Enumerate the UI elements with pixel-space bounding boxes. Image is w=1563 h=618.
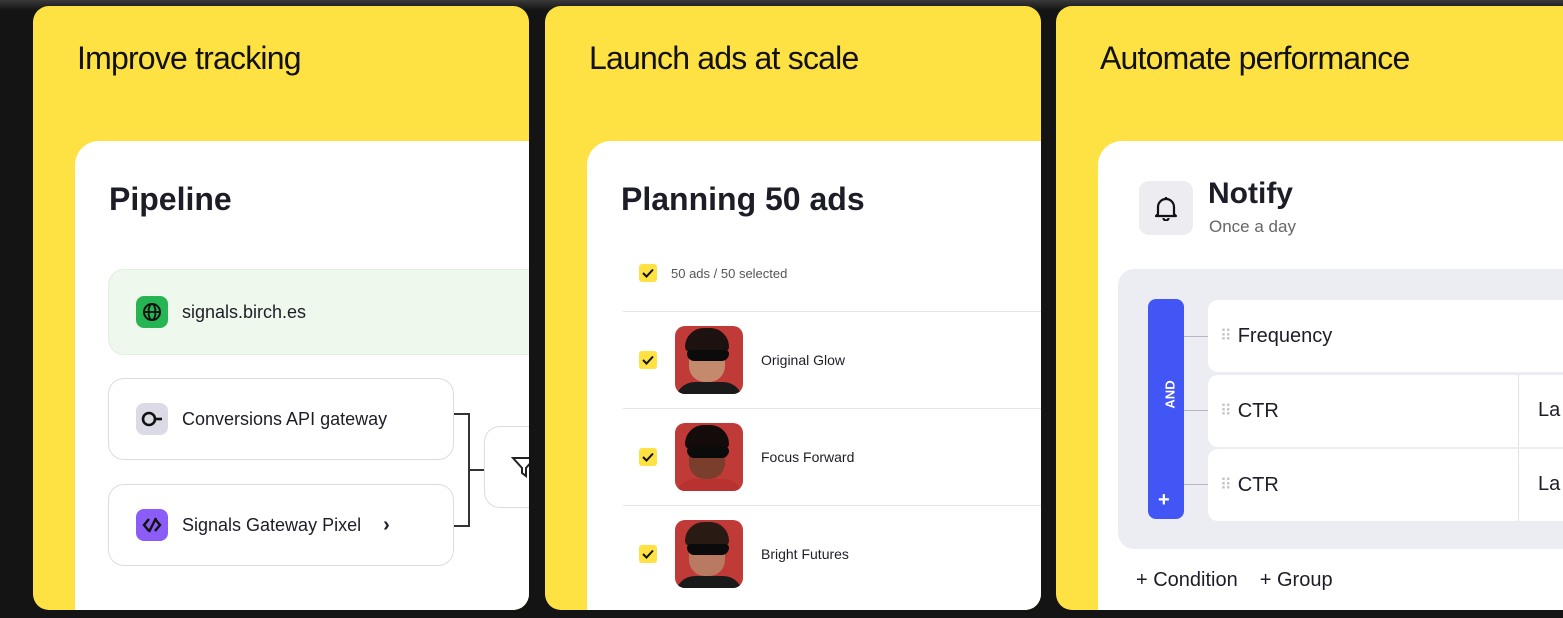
- condition-label: Frequency: [1237, 324, 1333, 347]
- pipeline-panel: Pipeline signals.birch.es Conversions AP…: [75, 141, 529, 610]
- node-label: Conversions API gateway: [182, 408, 388, 429]
- card-title: Improve tracking: [77, 40, 302, 76]
- check-icon: [642, 268, 654, 278]
- list-item[interactable]: Original Glow: [623, 311, 1041, 408]
- ad-thumbnail: [675, 520, 743, 588]
- condition-value[interactable]: La: [1538, 399, 1560, 422]
- rule-panel: Notify Once a day AND + ⠿ Frequency ⠿ CT…: [1098, 141, 1563, 610]
- divider: [1518, 449, 1519, 521]
- check-icon: [642, 549, 654, 559]
- panel-title: Pipeline: [109, 181, 232, 217]
- domain-node[interactable]: signals.birch.es: [108, 269, 529, 355]
- card-improve-tracking[interactable]: Improve tracking Pipeline signals.birch.…: [33, 6, 529, 610]
- conversions-api-node[interactable]: Conversions API gateway: [108, 378, 454, 460]
- list-item[interactable]: Focus Forward: [623, 408, 1041, 505]
- tree-line: [1184, 410, 1208, 411]
- bell-icon: [1139, 181, 1193, 235]
- globe-icon: [136, 296, 168, 328]
- gateway-icon: [136, 403, 168, 435]
- condition-label: CTR: [1237, 473, 1279, 496]
- list-item[interactable]: Bright Futures: [623, 505, 1041, 602]
- ad-thumbnail: [675, 423, 743, 491]
- tree-line: [1184, 336, 1208, 337]
- planning-panel: Planning 50 ads 50 ads / 50 selected Ori…: [587, 141, 1041, 610]
- drag-handle-icon[interactable]: ⠿: [1220, 326, 1232, 346]
- condition-value[interactable]: La: [1538, 473, 1560, 496]
- drag-handle-icon[interactable]: ⠿: [1220, 401, 1232, 421]
- condition-row[interactable]: ⠿ Frequency: [1208, 300, 1563, 372]
- tree-line: [1184, 484, 1208, 485]
- and-operator-toggle[interactable]: AND +: [1148, 299, 1184, 519]
- divider: [1518, 375, 1519, 447]
- card-launch-ads[interactable]: Launch ads at scale Planning 50 ads 50 a…: [545, 6, 1041, 610]
- ad-checkbox[interactable]: [639, 545, 657, 563]
- ad-name: Focus Forward: [761, 449, 855, 465]
- condition-group: AND + ⠿ Frequency ⠿ CTR La ⠿ CTR La: [1118, 269, 1563, 549]
- add-condition-button[interactable]: + Condition: [1136, 569, 1238, 592]
- node-label: Signals Gateway Pixel: [182, 514, 362, 535]
- ad-name: Bright Futures: [761, 546, 849, 562]
- schedule-label: Once a day: [1209, 217, 1296, 236]
- check-icon: [642, 355, 654, 365]
- card-title: Automate performance: [1100, 40, 1410, 76]
- ad-thumbnail: [675, 326, 743, 394]
- ad-name: Original Glow: [761, 352, 846, 368]
- filter-icon: [511, 457, 529, 478]
- code-icon: [136, 509, 168, 541]
- panel-title: Notify: [1208, 177, 1293, 210]
- filter-node[interactable]: [484, 426, 529, 508]
- add-group-button[interactable]: + Group: [1260, 569, 1333, 592]
- check-icon: [642, 452, 654, 462]
- panel-title: Planning 50 ads: [621, 181, 865, 217]
- domain-label: signals.birch.es: [182, 301, 307, 322]
- ad-checkbox[interactable]: [639, 351, 657, 369]
- operator-label: AND: [1162, 380, 1178, 409]
- ad-list: Original Glow Focus Forward Bright Futur: [623, 311, 1041, 602]
- condition-row[interactable]: ⠿ CTR La: [1208, 449, 1563, 521]
- card-title: Launch ads at scale: [589, 40, 859, 76]
- drag-handle-icon[interactable]: ⠿: [1220, 475, 1232, 495]
- select-all-row[interactable]: 50 ads / 50 selected: [639, 264, 787, 282]
- condition-row[interactable]: ⠿ CTR La: [1208, 375, 1563, 447]
- signals-gateway-pixel-node[interactable]: Signals Gateway Pixel ›: [108, 484, 454, 566]
- plus-icon[interactable]: +: [1158, 489, 1170, 512]
- chevron-right-icon[interactable]: ›: [383, 514, 390, 537]
- add-controls: + Condition + Group: [1136, 569, 1355, 592]
- ad-checkbox[interactable]: [639, 448, 657, 466]
- select-all-checkbox[interactable]: [639, 264, 657, 282]
- selection-count: 50 ads / 50 selected: [671, 265, 788, 281]
- condition-label: CTR: [1237, 399, 1279, 422]
- card-automate-performance[interactable]: Automate performance Notify Once a day A…: [1056, 6, 1563, 610]
